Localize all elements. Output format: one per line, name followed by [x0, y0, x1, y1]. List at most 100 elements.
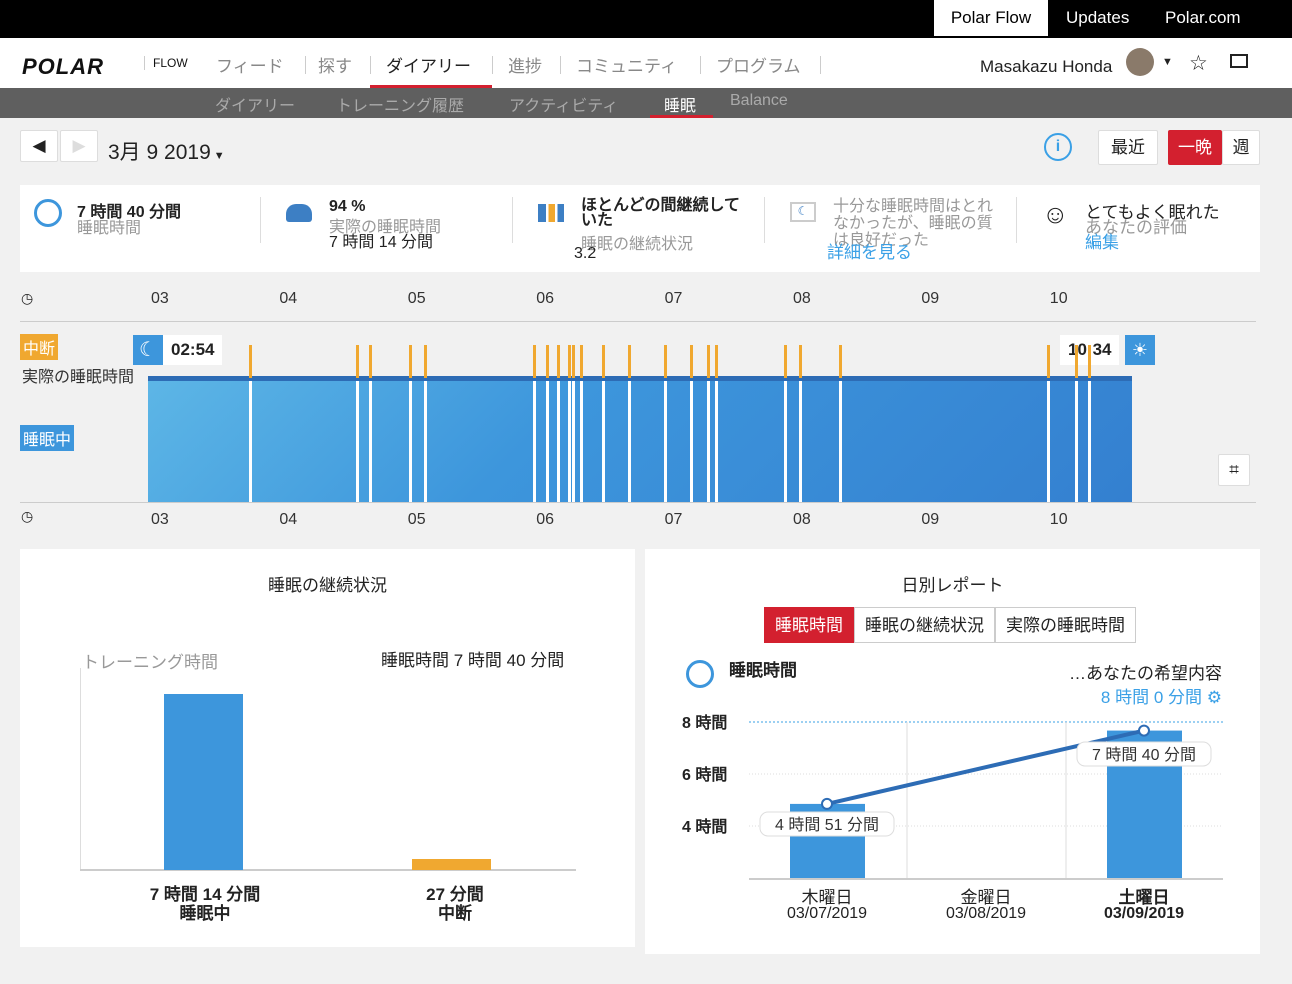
interruption-gap	[627, 381, 631, 502]
interruption-mark[interactable]	[663, 345, 667, 378]
interruption-mark[interactable]	[248, 345, 252, 378]
link-polar-flow[interactable]: Polar Flow	[934, 0, 1048, 36]
interruption-gap	[689, 381, 693, 502]
week-button[interactable]: 週	[1222, 130, 1260, 165]
interruption-mark[interactable]	[546, 345, 550, 378]
next-day-button[interactable]: ▶	[60, 130, 98, 162]
nav-item[interactable]: 進捗	[508, 52, 542, 77]
date-picker[interactable]: 3月 9 2019 ▼	[108, 136, 225, 166]
interruption-gap	[663, 381, 667, 502]
link-updates[interactable]: Updates	[1050, 0, 1145, 36]
continuity-bar[interactable]	[412, 859, 491, 870]
interruption-mark[interactable]	[706, 345, 710, 378]
interruption-mark[interactable]	[715, 345, 719, 378]
continuity-title: 睡眠の継続状況	[268, 576, 387, 595]
crop-icon[interactable]: ⌗	[1218, 454, 1250, 486]
nav-divider	[370, 56, 371, 74]
interruption-mark[interactable]	[368, 345, 372, 378]
info-icon[interactable]: i	[1044, 133, 1072, 161]
edit-rating-link[interactable]: 編集	[1085, 228, 1119, 253]
data-point[interactable]	[1138, 724, 1150, 737]
hour-tick-top: 06	[536, 290, 554, 307]
interruption-mark[interactable]	[409, 345, 413, 378]
interruption-mark[interactable]	[839, 345, 843, 378]
subnav-item[interactable]: アクティビティ	[509, 92, 618, 116]
continuity-bar[interactable]	[164, 694, 243, 870]
user-menu-chevron-icon[interactable]: ▼	[1162, 56, 1173, 68]
interruption-mark[interactable]	[533, 345, 537, 378]
subnav-item[interactable]: トレーニング履歴	[336, 92, 464, 116]
subnav-item[interactable]: ダイアリー	[215, 92, 295, 116]
actual-sleep-duration: 7 時間 14 分間	[329, 234, 434, 251]
see-details-link[interactable]: 詳細を見る	[827, 238, 912, 263]
nav-item[interactable]: 探す	[318, 52, 352, 77]
message-icon[interactable]	[1230, 54, 1248, 68]
actual-sleep-label: 実際の睡眠時間	[22, 369, 135, 386]
x-date-label: 03/07/2019	[787, 905, 867, 920]
nav-item[interactable]: プログラム	[716, 52, 801, 77]
interruption-mark[interactable]	[601, 345, 605, 378]
hour-tick-bottom: 06	[536, 511, 554, 528]
recent-button[interactable]: 最近	[1098, 130, 1158, 165]
hour-tick-top: 08	[793, 290, 811, 307]
interruption-gap	[1074, 381, 1078, 502]
continuity-icon	[538, 204, 564, 222]
data-point[interactable]	[821, 797, 833, 810]
link-polar-com[interactable]: Polar.com	[1149, 0, 1257, 36]
daily-tab[interactable]: 睡眠の継続状況	[854, 607, 995, 643]
sleep-area[interactable]	[148, 378, 1132, 502]
polar-logo[interactable]: POLAR	[22, 54, 104, 80]
smiley-icon: ☺	[1042, 199, 1069, 229]
top-bar: Polar Flow Updates Polar.com	[0, 0, 1292, 38]
interruption-mark[interactable]	[798, 345, 802, 378]
interruption-mark[interactable]	[689, 345, 693, 378]
interruption-mark[interactable]	[627, 345, 631, 378]
daily-chart: 8 時間6 時間4 時間木曜日03/07/2019金曜日03/08/2019土曜…	[682, 713, 1223, 920]
interruption-gap	[783, 381, 787, 502]
actual-sleep-icon	[286, 204, 312, 222]
hour-tick-bottom: 07	[664, 511, 683, 528]
continuity-bar-label: 中断	[438, 904, 472, 923]
continuity-label: 睡眠の継続状況	[581, 236, 694, 253]
prev-day-button[interactable]: ◀	[20, 130, 58, 162]
night-button[interactable]: 一晩	[1168, 130, 1222, 165]
interruption-mark[interactable]	[571, 345, 575, 378]
subnav-active-indicator	[650, 115, 713, 118]
interruption-mark[interactable]	[580, 345, 584, 378]
interruption-mark[interactable]	[355, 345, 359, 378]
goal-label: …あなたの希望内容	[1069, 664, 1222, 683]
user-name[interactable]: Masakazu Honda	[980, 57, 1112, 77]
daily-report-title: 日別レポート	[901, 576, 1004, 595]
subnav-item[interactable]: Balance	[730, 92, 788, 110]
hour-tick-top: 03	[151, 290, 169, 307]
hour-tick-top: 04	[279, 290, 298, 307]
x-date-label: 03/09/2019	[1104, 905, 1184, 920]
interruption-mark[interactable]	[1087, 345, 1091, 378]
interruption-mark[interactable]	[567, 345, 571, 378]
nav-item[interactable]: フィード	[216, 52, 284, 77]
nav-item[interactable]: コミュニティ	[576, 52, 677, 77]
interruption-mark[interactable]	[1074, 345, 1078, 378]
subnav-item[interactable]: 睡眠	[664, 92, 696, 116]
clock-icon-bottom: ◷	[21, 508, 34, 524]
star-icon[interactable]: ☆	[1189, 51, 1208, 76]
y-tick-label: 8 時間	[682, 713, 727, 732]
interruption-gap	[409, 381, 413, 502]
interruption-mark[interactable]	[783, 345, 787, 378]
avatar[interactable]	[1126, 48, 1154, 76]
nav-divider	[560, 56, 561, 74]
continuity-y-axis	[80, 668, 81, 870]
hour-tick-bottom: 10	[1049, 511, 1068, 528]
sub-nav	[0, 88, 1292, 118]
interruption-gap	[715, 381, 719, 502]
interruption-mark[interactable]	[1046, 345, 1050, 378]
daily-tab[interactable]: 睡眠時間	[764, 607, 854, 643]
interruption-gap	[601, 381, 605, 502]
interruption-mark[interactable]	[556, 345, 560, 378]
daily-tab[interactable]: 実際の睡眠時間	[995, 607, 1136, 643]
nav-item[interactable]: ダイアリー	[386, 52, 471, 77]
hour-tick-bottom: 08	[793, 511, 811, 528]
interruption-mark[interactable]	[424, 345, 428, 378]
interruption-gap	[798, 381, 802, 502]
interruption-gap	[839, 381, 843, 502]
